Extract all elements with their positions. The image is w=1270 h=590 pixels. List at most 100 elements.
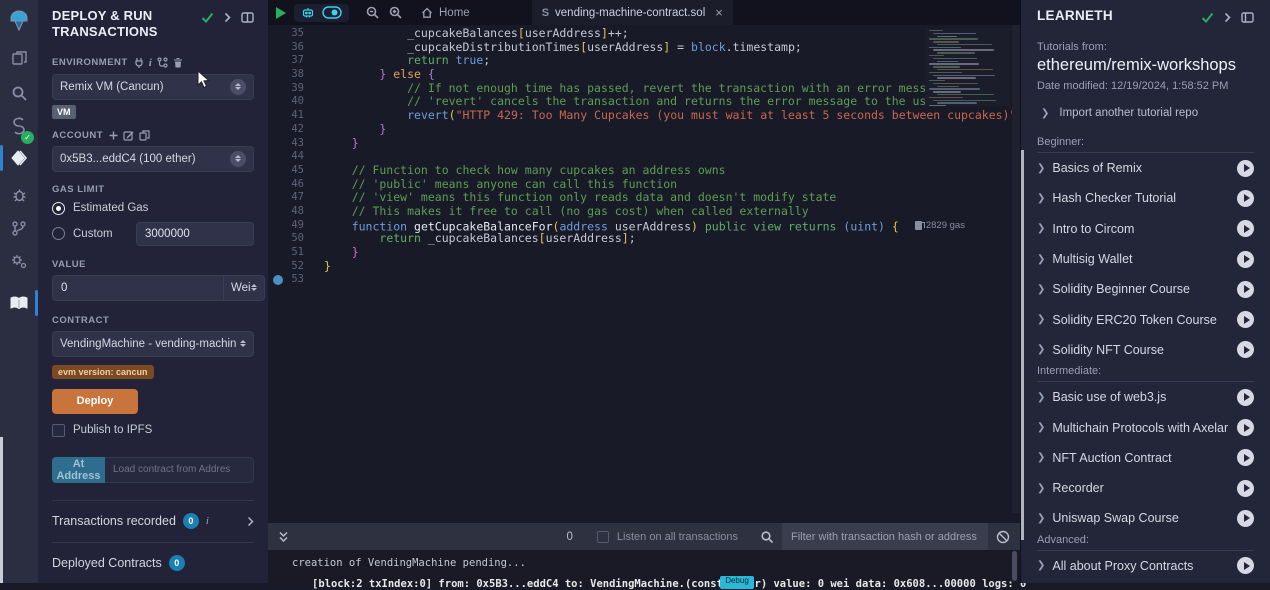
code-line[interactable]: return true; [314, 54, 1020, 68]
line-number[interactable]: 43 [268, 137, 314, 151]
toggle-icon[interactable] [322, 6, 342, 19]
code-area[interactable]: 35363738394041424344454647484950515253 _… [268, 25, 1020, 513]
zoom-out-icon[interactable] [365, 5, 380, 20]
git-icon[interactable] [0, 213, 38, 243]
edit-icon[interactable] [123, 130, 134, 141]
code-line[interactable]: // 'revert' cancels the transaction and … [314, 95, 1020, 109]
line-number[interactable]: 53 [268, 273, 314, 287]
line-number[interactable]: 51 [268, 246, 314, 260]
chevron-right-icon[interactable] [247, 516, 254, 527]
play-tutorial-button[interactable] [1237, 510, 1254, 527]
line-number[interactable]: 35 [268, 27, 314, 41]
line-number[interactable]: 42 [268, 123, 314, 137]
code-line[interactable]: // Function to check how many cupcakes a… [314, 164, 1020, 178]
panel-scrollbar[interactable] [0, 437, 3, 583]
tutorial-item[interactable]: ❯Solidity ERC20 Token Course [1037, 304, 1254, 334]
code-line[interactable]: revert("HTTP 429: Too Many Cupcakes (you… [314, 109, 1020, 123]
account-select[interactable]: 0x5B3...eddC4 (100 ether) [52, 146, 254, 172]
code-line[interactable]: } [314, 260, 1020, 274]
line-number[interactable]: 52 [268, 260, 314, 274]
at-address-input[interactable] [105, 457, 254, 483]
line-number[interactable]: 40 [268, 95, 314, 109]
deploy-run-icon[interactable] [0, 143, 38, 173]
fork-icon[interactable] [157, 57, 168, 68]
transactions-recorded-row[interactable]: Transactions recorded 0 i [52, 500, 254, 542]
tutorial-item[interactable]: ❯Intro to Circom [1037, 214, 1254, 244]
line-number[interactable]: 45 [268, 164, 314, 178]
line-number[interactable]: 39 [268, 82, 314, 96]
search-icon[interactable] [0, 78, 38, 108]
robot-icon[interactable] [301, 6, 315, 20]
play-tutorial-button[interactable] [1237, 281, 1254, 298]
zoom-in-icon[interactable] [388, 5, 403, 20]
trash-icon[interactable] [173, 57, 183, 68]
line-number[interactable]: 47 [268, 191, 314, 205]
tutorial-item[interactable]: ❯Uniswap Swap Course [1037, 503, 1254, 533]
tab-file[interactable]: S vending-machine-contract.sol × [532, 0, 733, 25]
solidity-compiler-icon[interactable]: ✓ [0, 112, 38, 142]
custom-gas-input[interactable] [136, 222, 254, 246]
terminal-scrollbar[interactable] [1012, 551, 1017, 581]
tab-home[interactable]: Home [411, 0, 480, 25]
plus-icon[interactable] [109, 131, 118, 140]
code-line[interactable]: // 'public' means anyone can call this f… [314, 178, 1020, 192]
value-input[interactable] [52, 275, 224, 301]
play-tutorial-button[interactable] [1237, 160, 1254, 177]
line-number[interactable]: 48 [268, 205, 314, 219]
code-line[interactable] [314, 273, 1020, 287]
copy-icon[interactable] [139, 130, 150, 141]
play-tutorial-button[interactable] [1237, 449, 1254, 466]
custom-gas-radio[interactable] [52, 227, 65, 240]
panel-icon[interactable] [241, 12, 254, 23]
info-icon[interactable]: i [206, 515, 209, 527]
publish-ipfs-checkbox[interactable] [52, 424, 65, 437]
line-number[interactable]: 49 [268, 219, 314, 233]
chevron-right-icon[interactable] [224, 12, 231, 23]
tutorial-item[interactable]: ❯Hash Checker Tutorial [1037, 183, 1254, 213]
code-line[interactable]: // This makes it free to call (no gas co… [314, 205, 1020, 219]
code-line[interactable]: // If not enough time has passed, revert… [314, 82, 1020, 96]
learneth-icon[interactable] [0, 288, 38, 318]
line-number[interactable]: 41 [268, 109, 314, 123]
import-repo-toggle[interactable]: ❯ Import another tutorial repo [1037, 107, 1254, 119]
search-icon[interactable] [760, 530, 774, 544]
code-line[interactable]: return _cupcakeBalances[userAddress]; [314, 232, 1020, 246]
deployed-contracts-row[interactable]: Deployed Contracts 0 [52, 542, 254, 584]
tutorial-item[interactable]: ❯Solidity NFT Course [1037, 335, 1254, 365]
tutorial-item[interactable]: ❯Basic use of web3.js [1037, 382, 1254, 412]
tutorial-item[interactable]: ❯Multichain Protocols with Axelar [1037, 412, 1254, 442]
play-tutorial-button[interactable] [1237, 419, 1254, 436]
terminal-filter-input[interactable] [782, 523, 988, 550]
play-tutorial-button[interactable] [1237, 311, 1254, 328]
play-tutorial-button[interactable] [1237, 389, 1254, 406]
line-number[interactable]: 38 [268, 68, 314, 82]
tutorial-item[interactable]: ❯Basics of Remix [1037, 153, 1254, 183]
tutorial-item[interactable]: ❯All about Proxy Contracts [1037, 551, 1254, 581]
deploy-button[interactable]: Deploy [52, 389, 138, 414]
play-tutorial-button[interactable] [1237, 190, 1254, 207]
plug-icon[interactable] [134, 57, 144, 68]
play-tutorial-button[interactable] [1237, 220, 1254, 237]
code-line[interactable] [314, 150, 1020, 164]
environment-select[interactable]: Remix VM (Cancun) [52, 74, 254, 100]
info-icon[interactable]: i [149, 57, 153, 69]
breakpoint-dot[interactable] [273, 275, 283, 285]
minimap[interactable] [925, 28, 1010, 106]
code-line[interactable]: _cupcakeBalances[userAddress]++; [314, 27, 1020, 41]
tutorial-item[interactable]: ❯Multisig Wallet [1037, 244, 1254, 274]
code-line[interactable]: // 'view' means this function only reads… [314, 191, 1020, 205]
learneth-scrollbar[interactable] [1021, 150, 1024, 540]
code-line[interactable]: function getCupcakeBalanceFor(address us… [314, 219, 1020, 233]
play-tutorial-button[interactable] [1237, 480, 1254, 497]
play-tutorial-button[interactable] [1237, 341, 1254, 358]
code-line[interactable]: } [314, 123, 1020, 137]
play-tutorial-button[interactable] [1237, 251, 1254, 268]
line-number[interactable]: 50 [268, 232, 314, 246]
debugger-icon[interactable] [0, 180, 38, 210]
code-line[interactable]: _cupcakeDistributionTimes[userAddress] =… [314, 41, 1020, 55]
tutorial-item[interactable]: ❯Recorder [1037, 473, 1254, 503]
code-line[interactable]: } [314, 137, 1020, 151]
tutorial-item[interactable]: ❯NFT Auction Contract [1037, 443, 1254, 473]
line-number[interactable]: 36 [268, 41, 314, 55]
settings-icon[interactable] [0, 246, 38, 276]
